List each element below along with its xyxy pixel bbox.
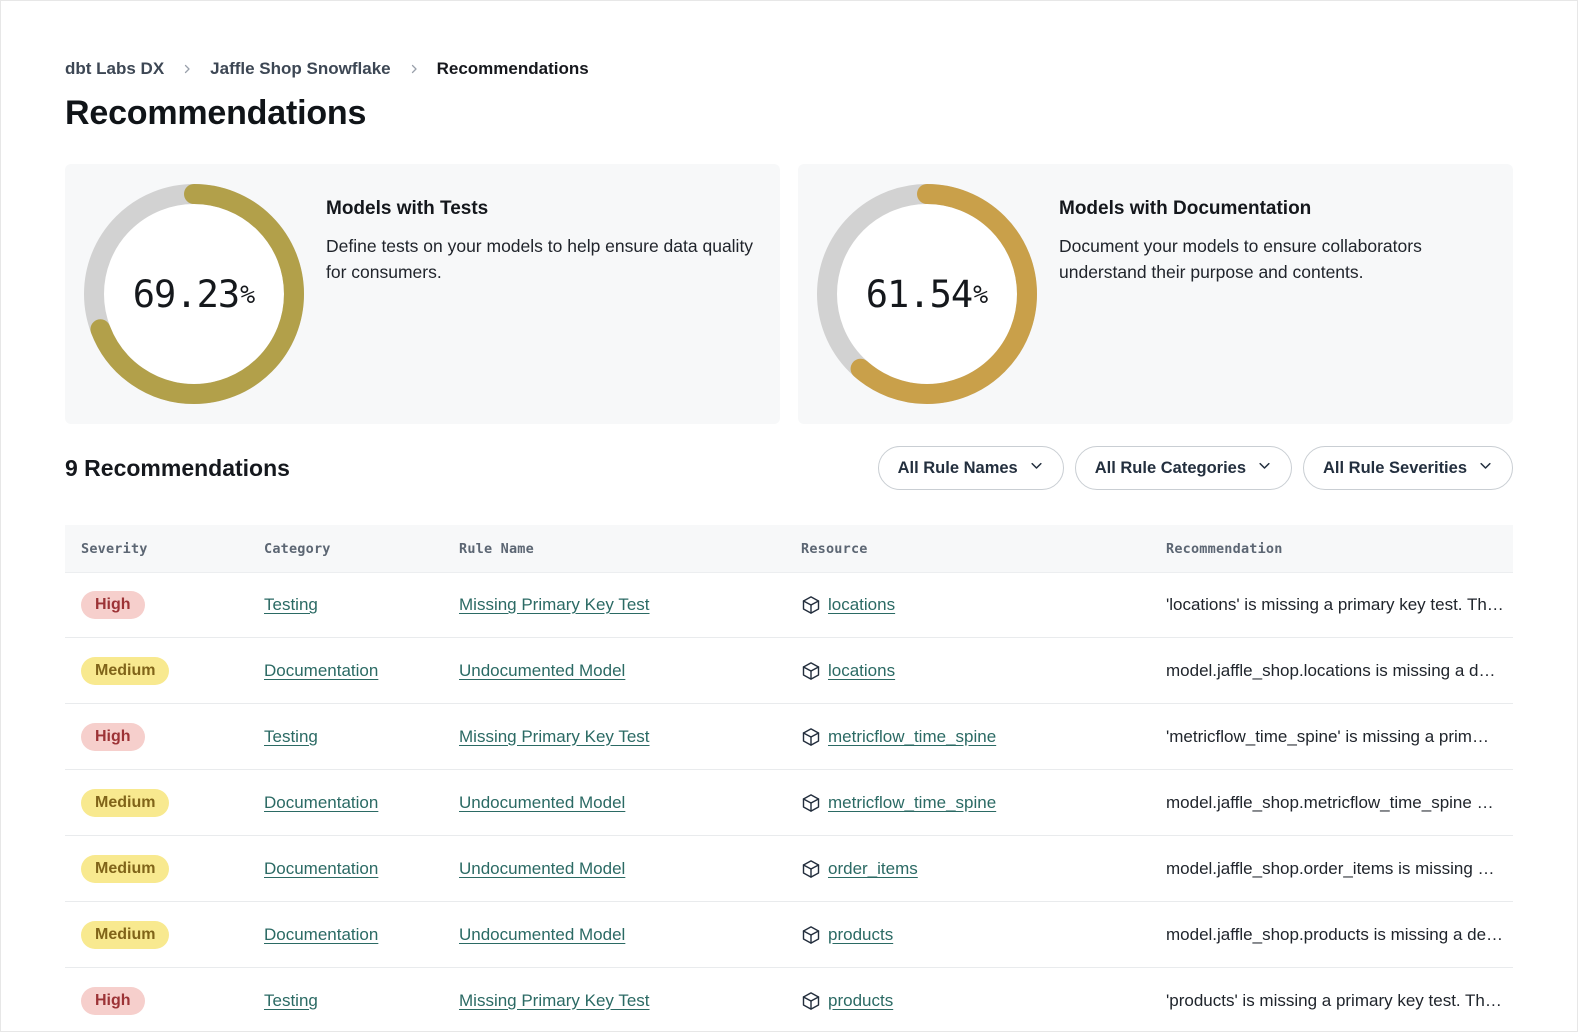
rule-categories-filter-label: All Rule Categories (1095, 459, 1246, 478)
column-header-rule-name: Rule Name (459, 541, 801, 557)
rule-severities-filter-label: All Rule Severities (1323, 459, 1467, 478)
table-row: High Testing Missing Primary Key Test pr… (65, 968, 1513, 1032)
metric-card: 61.54% Models with Documentation Documen… (798, 164, 1513, 424)
table-body: High Testing Missing Primary Key Test lo… (65, 572, 1513, 1032)
category-link[interactable]: Documentation (264, 793, 378, 812)
chevron-right-icon (181, 63, 193, 75)
model-cube-icon (801, 991, 821, 1011)
severity-badge: High (81, 591, 145, 619)
recommendation-text: 'products' is missing a primary key test… (1166, 991, 1513, 1011)
model-cube-icon (801, 661, 821, 681)
recommendation-text: model.jaffle_shop.order_items is missing… (1166, 859, 1513, 879)
severity-badge: High (81, 723, 145, 751)
cards-row: 69.23% Models with Tests Define tests on… (65, 164, 1513, 424)
breadcrumb: dbt Labs DX Jaffle Shop Snowflake Recomm… (65, 59, 1513, 79)
chevron-right-icon (408, 63, 420, 75)
recommendations-count: 9 Recommendations (65, 455, 290, 482)
page: dbt Labs DX Jaffle Shop Snowflake Recomm… (0, 0, 1578, 1032)
rule-name-link[interactable]: Missing Primary Key Test (459, 595, 650, 614)
severity-badge: Medium (81, 657, 169, 685)
metric-card-title: Models with Tests (326, 198, 774, 220)
table-row: High Testing Missing Primary Key Test lo… (65, 572, 1513, 638)
resource-link[interactable]: locations (828, 661, 895, 681)
column-header-resource: Resource (801, 541, 1166, 557)
recommendation-text: 'locations' is missing a primary key tes… (1166, 595, 1513, 615)
severity-badge: Medium (81, 855, 169, 883)
severity-badge: Medium (81, 921, 169, 949)
category-link[interactable]: Documentation (264, 925, 378, 944)
breadcrumb-item-current: Recommendations (437, 59, 589, 79)
rule-name-link[interactable]: Undocumented Model (459, 859, 625, 878)
metric-card-title: Models with Documentation (1059, 198, 1507, 220)
table-row: Medium Documentation Undocumented Model … (65, 770, 1513, 836)
resource-link[interactable]: products (828, 991, 893, 1011)
severity-badge: High (81, 987, 145, 1015)
donut-chart: 61.54% (817, 184, 1037, 404)
table-row: Medium Documentation Undocumented Model … (65, 836, 1513, 902)
resource-link[interactable]: products (828, 925, 893, 945)
model-cube-icon (801, 859, 821, 879)
chevron-down-icon (1257, 458, 1272, 478)
rule-name-link[interactable]: Undocumented Model (459, 661, 625, 680)
category-link[interactable]: Testing (264, 991, 318, 1010)
metric-card: 69.23% Models with Tests Define tests on… (65, 164, 780, 424)
rule-categories-filter-dropdown[interactable]: All Rule Categories (1075, 446, 1292, 490)
recommendation-text: 'metricflow_time_spine' is missing a pri… (1166, 727, 1513, 747)
model-cube-icon (801, 727, 821, 747)
recommendation-text: model.jaffle_shop.products is missing a … (1166, 925, 1513, 945)
chevron-down-icon (1029, 458, 1044, 478)
recommendation-text: model.jaffle_shop.metricflow_time_spine … (1166, 793, 1513, 813)
resource-link[interactable]: locations (828, 595, 895, 615)
model-cube-icon (801, 925, 821, 945)
chevron-down-icon (1478, 458, 1493, 478)
rule-name-link[interactable]: Undocumented Model (459, 925, 625, 944)
donut-percent-label: 69.23% (84, 184, 304, 404)
category-link[interactable]: Documentation (264, 661, 378, 680)
category-link[interactable]: Documentation (264, 859, 378, 878)
category-link[interactable]: Testing (264, 595, 318, 614)
model-cube-icon (801, 793, 821, 813)
rule-name-link[interactable]: Undocumented Model (459, 793, 625, 812)
resource-link[interactable]: metricflow_time_spine (828, 793, 996, 813)
metric-card-description: Define tests on your models to help ensu… (326, 233, 774, 285)
category-link[interactable]: Testing (264, 727, 318, 746)
severity-badge: Medium (81, 789, 169, 817)
rule-name-link[interactable]: Missing Primary Key Test (459, 727, 650, 746)
recommendations-table: Severity Category Rule Name Resource Rec… (65, 525, 1513, 1032)
rule-severities-filter-dropdown[interactable]: All Rule Severities (1303, 446, 1513, 490)
filters: All Rule Names All Rule Categories All R… (878, 446, 1513, 490)
resource-link[interactable]: metricflow_time_spine (828, 727, 996, 747)
model-cube-icon (801, 595, 821, 615)
rule-names-filter-label: All Rule Names (898, 459, 1018, 478)
table-header-row: Severity Category Rule Name Resource Rec… (65, 525, 1513, 572)
table-row: Medium Documentation Undocumented Model … (65, 638, 1513, 704)
resource-link[interactable]: order_items (828, 859, 918, 879)
column-header-severity: Severity (65, 541, 264, 557)
donut-percent-label: 61.54% (817, 184, 1037, 404)
breadcrumb-item-project[interactable]: Jaffle Shop Snowflake (210, 59, 390, 79)
table-row: High Testing Missing Primary Key Test me… (65, 704, 1513, 770)
column-header-category: Category (264, 541, 459, 557)
column-header-recommendation: Recommendation (1166, 541, 1513, 557)
table-row: Medium Documentation Undocumented Model … (65, 902, 1513, 968)
donut-chart: 69.23% (84, 184, 304, 404)
recommendation-text: model.jaffle_shop.locations is missing a… (1166, 661, 1513, 681)
page-title: Recommendations (65, 94, 1513, 133)
metric-card-description: Document your models to ensure collabora… (1059, 233, 1507, 285)
rule-names-filter-dropdown[interactable]: All Rule Names (878, 446, 1064, 490)
rule-name-link[interactable]: Missing Primary Key Test (459, 991, 650, 1010)
breadcrumb-item-account[interactable]: dbt Labs DX (65, 59, 164, 79)
